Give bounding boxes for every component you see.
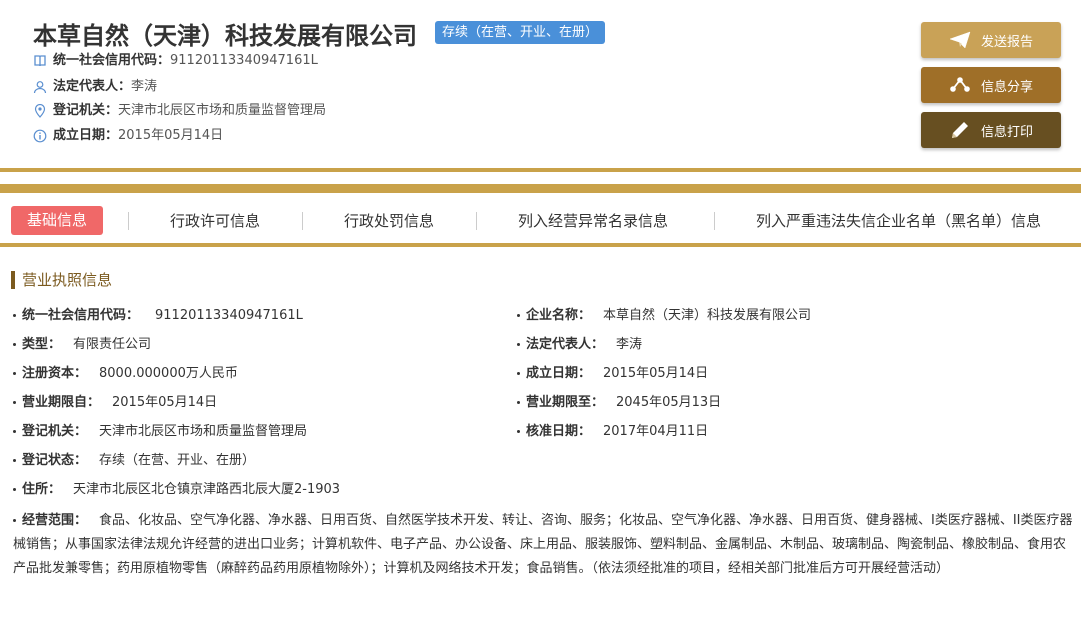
field-value: 2015年05月14日 [603, 366, 709, 381]
field-value: 2017年04月11日 [603, 424, 709, 439]
location-icon [33, 103, 47, 118]
tab-admin-license[interactable]: 行政许可信息 [170, 207, 260, 235]
gold-divider-thick [0, 184, 1081, 193]
field-value: 有限责任公司 [73, 337, 152, 352]
status-badge: 存续（在营、开业、在册） [435, 21, 606, 44]
info-icon [33, 129, 47, 143]
send-report-label: 发送报告 [980, 34, 1033, 50]
share-info-label: 信息分享 [980, 79, 1033, 95]
share-icon [950, 77, 970, 92]
tab-abnormal-list[interactable]: 列入经营异常名录信息 [518, 207, 668, 235]
field-capital: 注册资本： 8000.000000万人民币 [13, 364, 238, 384]
company-name: 本草自然（天津）科技发展有限公司 [33, 22, 417, 50]
established-label: 成立日期： [53, 128, 119, 143]
reg-authority-label: 登记机关： [53, 103, 119, 118]
field-type: 类型： 有限责任公司 [13, 335, 151, 355]
field-label: 经营范围： [22, 513, 88, 528]
field-address: 住所： 天津市北辰区北仓镇京津路西北辰大厦2-1903 [13, 480, 340, 500]
field-label: 住所： [22, 482, 62, 497]
book-icon [33, 54, 47, 68]
tab-separator [476, 212, 477, 230]
tab-separator [714, 212, 715, 230]
reg-authority-value: 天津市北辰区市场和质量监督管理局 [118, 103, 327, 118]
company-header: 本草自然（天津）科技发展有限公司 存续（在营、开业、在册） 统一社会信用代码： … [0, 0, 1081, 170]
field-established: 成立日期： 2015年05月14日 [517, 364, 708, 384]
field-value: 存续（在营、开业、在册） [99, 453, 256, 468]
summary-legal-rep: 法定代表人： 李涛 [33, 77, 157, 97]
field-approval-date: 核准日期： 2017年04月11日 [517, 422, 708, 442]
field-label: 营业期限自： [22, 395, 101, 410]
tab-blacklist[interactable]: 列入严重违法失信企业名单（黑名单）信息 [756, 207, 1041, 235]
field-value: 本草自然（天津）科技发展有限公司 [603, 308, 812, 323]
tab-admin-penalty[interactable]: 行政处罚信息 [344, 207, 434, 235]
field-business-scope: 经营范围： 食品、化妆品、空气净化器、净水器、日用百货、自然医学技术开发、转让、咨… [13, 509, 1075, 581]
field-credit-code: 统一社会信用代码： 91120113340947161L [13, 306, 303, 326]
field-label: 企业名称： [526, 308, 592, 323]
gold-divider-top [0, 168, 1081, 172]
field-value: 天津市北辰区市场和质量监督管理局 [99, 424, 308, 439]
credit-code-value: 91120113340947161L [170, 53, 318, 68]
field-label: 类型： [22, 337, 62, 352]
field-reg-status: 登记状态： 存续（在营、开业、在册） [13, 451, 255, 471]
tab-separator [302, 212, 303, 230]
summary-established: 成立日期： 2015年05月14日 [33, 126, 223, 146]
tab-bar: 基础信息 行政许可信息 行政处罚信息 列入经营异常名录信息 列入严重违法失信企业… [0, 200, 1081, 240]
summary-reg-authority: 登记机关： 天津市北辰区市场和质量监督管理局 [33, 101, 326, 121]
section-title: 营业执照信息 [11, 271, 112, 289]
field-value: 2045年05月13日 [616, 395, 722, 410]
field-label: 统一社会信用代码： [22, 308, 140, 323]
field-label: 登记状态： [22, 453, 88, 468]
field-label: 核准日期： [526, 424, 592, 439]
field-label: 成立日期： [526, 366, 592, 381]
user-icon [33, 80, 47, 94]
credit-code-label: 统一社会信用代码： [53, 53, 171, 68]
paper-plane-icon [949, 31, 971, 49]
field-value: 91120113340947161L [155, 308, 303, 323]
field-reg-authority: 登记机关： 天津市北辰区市场和质量监督管理局 [13, 422, 307, 442]
legal-rep-label: 法定代表人： [53, 79, 132, 94]
field-company-name: 企业名称： 本草自然（天津）科技发展有限公司 [517, 306, 811, 326]
tab-basic-info[interactable]: 基础信息 [11, 206, 104, 235]
field-value: 李涛 [616, 337, 643, 352]
pencil-icon [951, 122, 968, 138]
established-value: 2015年05月14日 [118, 128, 224, 143]
field-term-from: 营业期限自： 2015年05月14日 [13, 393, 217, 413]
field-value: 2015年05月14日 [112, 395, 218, 410]
field-value: 8000.000000万人民币 [99, 366, 238, 381]
share-info-button[interactable]: 信息分享 [921, 67, 1061, 103]
gold-divider-bottom [0, 243, 1081, 247]
field-legal-rep: 法定代表人： 李涛 [517, 335, 642, 355]
summary-credit-code: 统一社会信用代码： 91120113340947161L [33, 51, 318, 71]
field-term-to: 营业期限至： 2045年05月13日 [517, 393, 721, 413]
field-label: 法定代表人： [526, 337, 605, 352]
field-label: 登记机关： [22, 424, 88, 439]
field-label: 营业期限至： [526, 395, 605, 410]
legal-rep-value: 李涛 [131, 79, 158, 94]
print-info-button[interactable]: 信息打印 [921, 112, 1061, 148]
field-value: 食品、化妆品、空气净化器、净水器、日用百货、自然医学技术开发、转让、咨询、服务；… [13, 513, 1073, 576]
field-label: 注册资本： [22, 366, 88, 381]
tab-separator [128, 212, 129, 230]
send-report-button[interactable]: 发送报告 [921, 22, 1061, 58]
print-info-label: 信息打印 [980, 124, 1033, 140]
field-value: 天津市北辰区北仓镇京津路西北辰大厦2-1903 [73, 482, 341, 497]
